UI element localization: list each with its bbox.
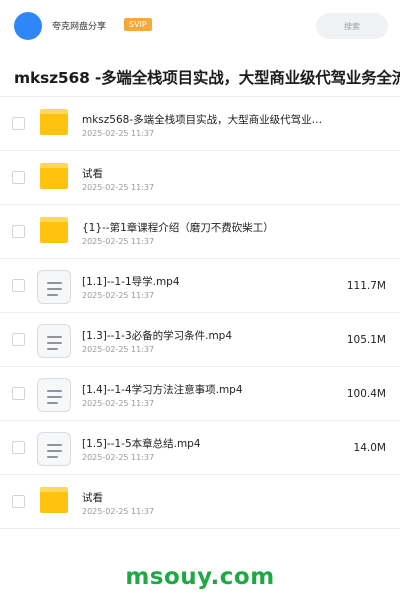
folder-icon [40, 163, 68, 189]
file-date: 2025-02-25 11:37 [82, 237, 155, 246]
file-name: 试看 [82, 168, 103, 180]
file-list: mksz568-多端全栈项目实战，大型商业级代驾业务全流程 2025-02-25… [0, 97, 400, 529]
top-bar: 夸克网盘分享 SVIP [0, 0, 400, 52]
checkbox[interactable] [12, 171, 25, 184]
folder-icon [40, 217, 68, 243]
list-item[interactable]: [1.5]--1-5本章总结.mp4 2025-02-25 11:37 14.0… [0, 421, 400, 475]
list-item[interactable]: [1.3]--1-3必备的学习条件.mp4 2025-02-25 11:37 1… [0, 313, 400, 367]
list-item[interactable]: [1.4]--1-4学习方法注意事项.mp4 2025-02-25 11:37 … [0, 367, 400, 421]
file-name: [1.3]--1-3必备的学习条件.mp4 [82, 330, 233, 342]
file-date: 2025-02-25 11:37 [82, 291, 155, 300]
checkbox[interactable] [12, 333, 25, 346]
username: 夸克网盘分享 [52, 22, 107, 32]
file-name: [1.1]--1-1导学.mp4 [82, 276, 180, 288]
list-item[interactable]: mksz568-多端全栈项目实战，大型商业级代驾业务全流程 2025-02-25… [0, 97, 400, 151]
folder-icon [40, 487, 68, 513]
file-size: 14.0M [353, 442, 386, 454]
folder-icon [40, 109, 68, 135]
search-input[interactable] [316, 13, 388, 39]
list-item[interactable]: 试看 2025-02-25 11:37 [0, 151, 400, 205]
file-date: 2025-02-25 11:37 [82, 399, 155, 408]
checkbox[interactable] [12, 279, 25, 292]
watermark: msouy.com [125, 564, 275, 590]
file-name: {1}--第1章课程介绍（磨刀不费砍柴工） [82, 222, 274, 234]
svip-badge: SVIP [124, 18, 152, 31]
checkbox[interactable] [12, 225, 25, 238]
list-item[interactable]: {1}--第1章课程介绍（磨刀不费砍柴工） 2025-02-25 11:37 [0, 205, 400, 259]
checkbox[interactable] [12, 441, 25, 454]
checkbox[interactable] [12, 495, 25, 508]
document-icon [37, 432, 71, 466]
file-name: [1.4]--1-4学习方法注意事项.mp4 [82, 384, 243, 396]
document-icon [37, 324, 71, 358]
file-size: 100.4M [346, 388, 386, 400]
avatar[interactable] [14, 12, 42, 40]
file-size: 105.1M [346, 334, 386, 346]
file-date: 2025-02-25 11:37 [82, 507, 155, 516]
file-date: 2025-02-25 11:37 [82, 453, 155, 462]
file-name: [1.5]--1-5本章总结.mp4 [82, 438, 201, 450]
file-date: 2025-02-25 11:37 [82, 345, 155, 354]
checkbox[interactable] [12, 117, 25, 130]
file-name: 试看 [82, 492, 103, 504]
document-icon [37, 378, 71, 412]
page-title: mksz568 -多端全栈项目实战，大型商业级代驾业务全流程 [14, 69, 400, 87]
document-icon [37, 270, 71, 304]
file-size: 111.7M [346, 280, 386, 292]
list-item[interactable]: 试看 2025-02-25 11:37 [0, 475, 400, 529]
file-date: 2025-02-25 11:37 [82, 129, 155, 138]
checkbox[interactable] [12, 387, 25, 400]
file-date: 2025-02-25 11:37 [82, 183, 155, 192]
list-item[interactable]: [1.1]--1-1导学.mp4 2025-02-25 11:37 111.7M [0, 259, 400, 313]
file-name: mksz568-多端全栈项目实战，大型商业级代驾业务全流程 [82, 114, 332, 126]
